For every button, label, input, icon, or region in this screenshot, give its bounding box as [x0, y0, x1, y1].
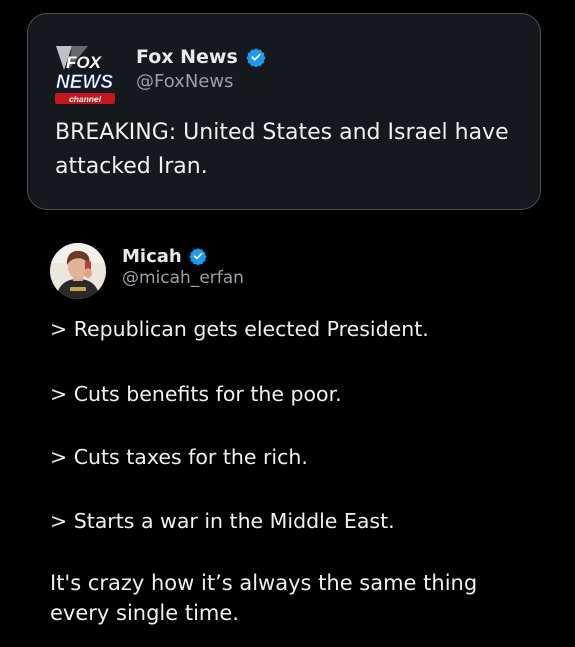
quoted-post-text: BREAKING: United States and Israel have …: [55, 120, 509, 179]
verified-badge-icon: [246, 47, 266, 67]
news-logo-word: NEWS: [56, 72, 113, 93]
avatar[interactable]: [50, 243, 106, 299]
quoted-author-handle[interactable]: @FoxNews: [136, 71, 233, 92]
author-row: Micah: [122, 243, 207, 269]
quoted-post-card[interactable]: FOX NEWS channel Fox News @FoxNews BREAK…: [27, 13, 541, 210]
post-text-line: > Cuts benefits for the poor.: [50, 382, 342, 406]
post-closing-text: It's crazy how it’s always the same thin…: [50, 571, 478, 625]
quoted-author-row: Fox News: [136, 44, 266, 70]
quoted-author-name[interactable]: Fox News: [136, 46, 238, 68]
verified-badge-icon: [189, 247, 207, 265]
fox-logo-word: FOX: [66, 53, 103, 72]
fox-news-logo: FOX NEWS channel: [54, 46, 116, 110]
author-name[interactable]: Micah: [122, 246, 182, 267]
post-text-line: > Starts a war in the Middle East.: [50, 509, 395, 533]
post-text-line: > Cuts taxes for the rich.: [50, 445, 308, 469]
author-handle[interactable]: @micah_erfan: [122, 268, 244, 288]
post-text-line: > Republican gets elected President.: [50, 317, 429, 341]
channel-logo-word: channel: [69, 94, 102, 104]
